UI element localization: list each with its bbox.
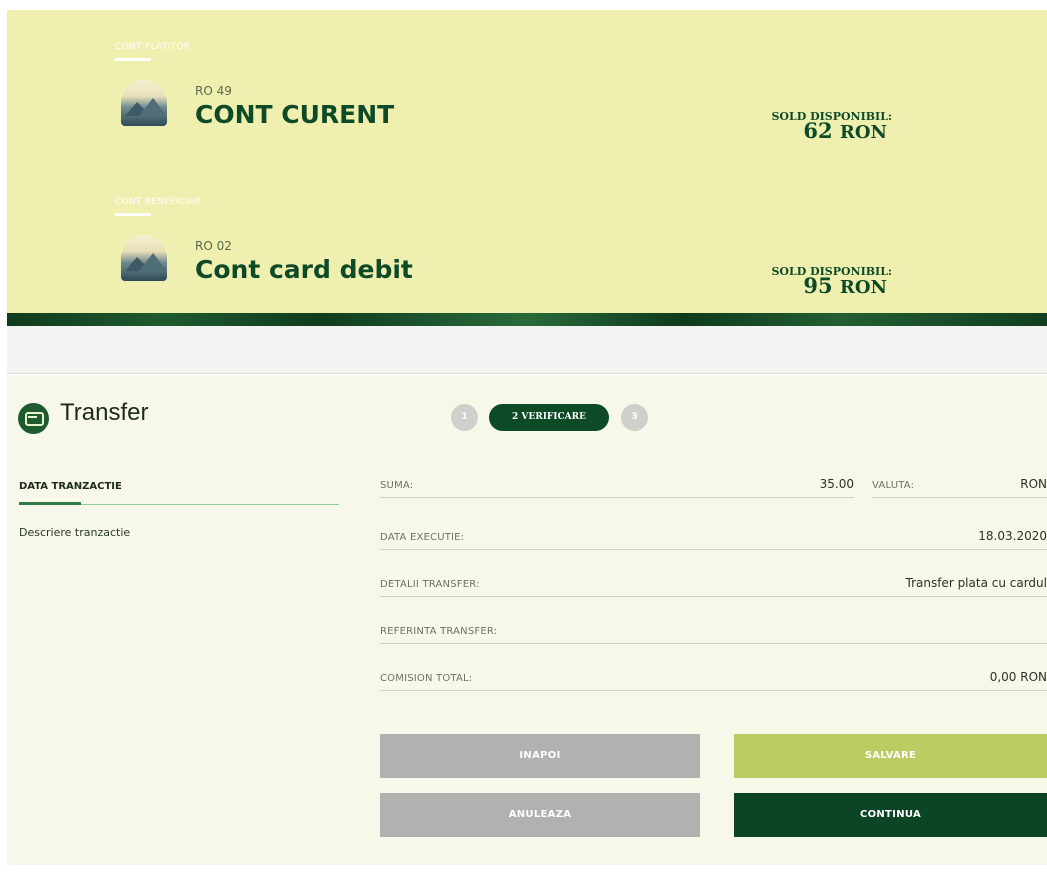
detalii-transfer-row: DETALII TRANSFER: Transfer plata cu card… bbox=[380, 571, 1047, 597]
beneficiary-section-underline bbox=[115, 213, 151, 216]
data-executie-value: 18.03.2020 bbox=[978, 529, 1047, 543]
data-executie-label: DATA EXECUTIE: bbox=[380, 532, 465, 543]
comision-total-row: COMISION TOTAL: 0,00 RON bbox=[380, 665, 1047, 691]
payer-account-name: CONT CURENT bbox=[195, 100, 395, 129]
step-2-verificare-indicator: 2 VERIFICARE bbox=[489, 404, 609, 431]
payer-iban: RO 49 bbox=[195, 84, 232, 98]
step-1-indicator: 1 bbox=[451, 404, 478, 431]
account-header-panel: CONT PLATITOR RO 49 CONT CURENT SOLD DIS… bbox=[7, 10, 1047, 313]
beneficiary-iban: RO 02 bbox=[195, 239, 232, 253]
comision-total-value: 0,00 RON bbox=[989, 670, 1047, 684]
sidebar-heading[interactable]: DATA TRANZACTIE bbox=[19, 481, 122, 492]
amount-currency-row: SUMA: 35.00 VALUTA: RON bbox=[380, 472, 1047, 498]
payer-section-underline bbox=[115, 58, 151, 61]
continue-button[interactable]: CONTINUA bbox=[734, 793, 1047, 837]
beneficiary-sold-value: 95 RON bbox=[803, 273, 887, 298]
transfer-icon bbox=[18, 403, 49, 434]
payer-section-label: CONT PLATITOR bbox=[115, 42, 191, 52]
suma-label: SUMA: bbox=[380, 480, 414, 491]
separator-bar bbox=[7, 326, 1047, 374]
referinta-transfer-label: REFERINTA TRANSFER: bbox=[380, 626, 498, 637]
page-title: Transfer bbox=[60, 399, 149, 426]
sidebar-active-underline bbox=[19, 502, 81, 505]
detalii-transfer-label: DETALII TRANSFER: bbox=[380, 579, 480, 590]
payer-sold-value: 62 RON bbox=[803, 118, 887, 143]
valuta-value: RON bbox=[1020, 477, 1047, 491]
sidebar-description: Descriere tranzactie bbox=[19, 526, 131, 539]
comision-total-label: COMISION TOTAL: bbox=[380, 673, 473, 684]
suma-value: 35.00 bbox=[819, 477, 854, 491]
step-3-indicator: 3 bbox=[621, 404, 648, 431]
back-button[interactable]: INAPOI bbox=[380, 734, 700, 778]
payer-sold-amount: 62 bbox=[803, 118, 833, 143]
beneficiary-section-label: CONT BENEFICIAR bbox=[115, 197, 202, 207]
transfer-content: Transfer 1 2 VERIFICARE 3 DATA TRANZACTI… bbox=[7, 375, 1047, 865]
valuta-label: VALUTA: bbox=[872, 480, 915, 491]
save-button[interactable]: SALVARE bbox=[734, 734, 1047, 778]
beneficiary-sold-amount: 95 bbox=[803, 273, 833, 298]
detalii-transfer-value: Transfer plata cu cardul bbox=[905, 576, 1047, 590]
valuta-field: VALUTA: RON bbox=[872, 472, 1047, 498]
decorative-green-band bbox=[7, 313, 1047, 326]
beneficiary-account-name: Cont card debit bbox=[195, 255, 413, 284]
beneficiary-sold-currency: RON bbox=[839, 277, 887, 298]
referinta-transfer-row: REFERINTA TRANSFER: bbox=[380, 618, 1047, 644]
suma-field: SUMA: 35.00 bbox=[380, 472, 854, 498]
payer-sold-currency: RON bbox=[839, 122, 887, 143]
cancel-button[interactable]: ANULEAZA bbox=[380, 793, 700, 837]
data-executie-row: DATA EXECUTIE: 18.03.2020 bbox=[380, 524, 1047, 550]
beneficiary-account-avatar bbox=[121, 235, 167, 281]
payer-account-avatar bbox=[121, 80, 167, 126]
